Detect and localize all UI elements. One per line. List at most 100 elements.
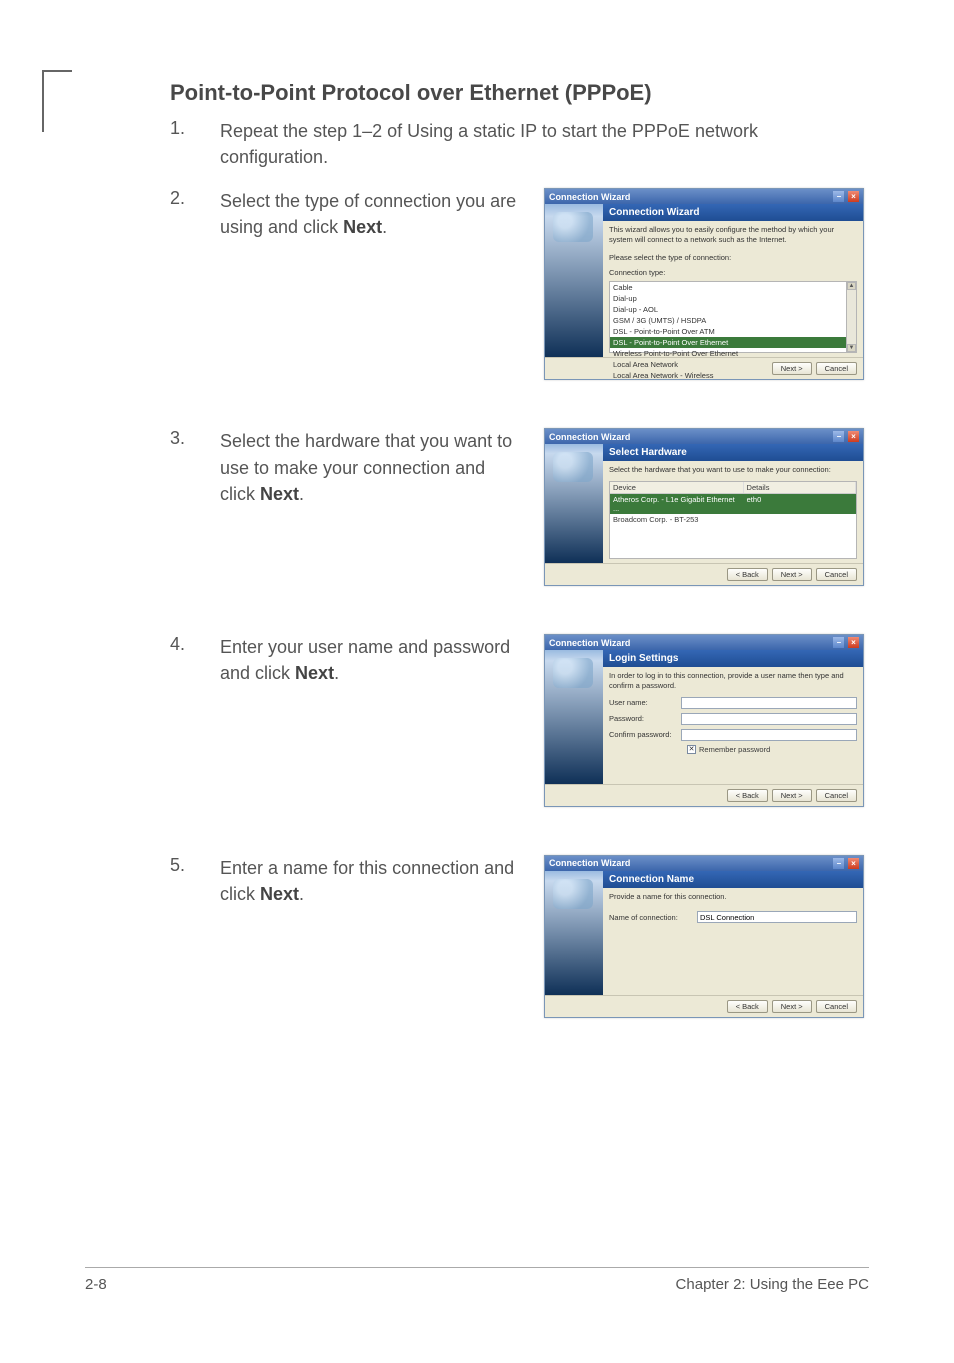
step-text-bold: Next bbox=[343, 217, 382, 237]
cancel-button[interactable]: Cancel bbox=[816, 568, 857, 581]
step-text-part: Enter your user name and password and cl… bbox=[220, 637, 510, 683]
step-text-bold: Next bbox=[260, 484, 299, 504]
wizard-description: This wizard allows you to easily configu… bbox=[603, 221, 863, 249]
wizard-description: Provide a name for this connection. bbox=[603, 888, 863, 906]
back-button[interactable]: < Back bbox=[727, 568, 768, 581]
wizard-banner: Connection Name bbox=[603, 871, 863, 888]
step-text: Repeat the step 1–2 of Using a static IP… bbox=[220, 118, 780, 170]
list-item[interactable]: Dial-up - AOL bbox=[610, 304, 856, 315]
scroll-down-icon[interactable]: ▼ bbox=[847, 344, 856, 352]
window-title: Connection Wizard bbox=[549, 192, 630, 202]
list-item[interactable]: DSL - Point-to-Point Over ATM bbox=[610, 326, 856, 337]
cancel-button[interactable]: Cancel bbox=[816, 1000, 857, 1013]
step-text: Select the hardware that you want to use… bbox=[220, 428, 520, 506]
cell-details bbox=[744, 514, 856, 525]
close-icon[interactable]: × bbox=[848, 431, 859, 442]
remember-password-label: Remember password bbox=[699, 745, 770, 754]
wizard-description: Select the hardware that you want to use… bbox=[603, 461, 863, 479]
wizard-sidebar-image bbox=[545, 204, 603, 357]
minimize-icon[interactable]: – bbox=[833, 431, 844, 442]
list-item[interactable]: Local Area Network - Wireless bbox=[610, 370, 856, 381]
next-button[interactable]: Next > bbox=[772, 568, 812, 581]
table-row[interactable]: Broadcom Corp. - BT-253 bbox=[610, 514, 856, 525]
window-titlebar: Connection Wizard – × bbox=[545, 856, 863, 871]
password-label: Password: bbox=[609, 714, 681, 723]
step-text-bold: Next bbox=[260, 884, 299, 904]
step-text: Select the type of connection you are us… bbox=[220, 188, 520, 240]
back-button[interactable]: < Back bbox=[727, 1000, 768, 1013]
list-item-selected[interactable]: DSL - Point-to-Point Over Ethernet bbox=[610, 337, 856, 348]
hardware-table[interactable]: Device Details Atheros Corp. - L1e Gigab… bbox=[609, 481, 857, 559]
wizard-footer: < Back Next > Cancel bbox=[545, 784, 863, 806]
wizard-screenshot-connection-type: Connection Wizard – × Connection Wizard … bbox=[544, 188, 864, 380]
cell-details: eth0 bbox=[744, 494, 856, 514]
next-button[interactable]: Next > bbox=[772, 789, 812, 802]
footer-divider bbox=[85, 1267, 869, 1268]
list-item[interactable]: Cable bbox=[610, 282, 856, 293]
connection-type-label: Connection type: bbox=[603, 266, 863, 279]
wizard-sidebar-image bbox=[545, 444, 603, 563]
column-header-details: Details bbox=[744, 482, 856, 493]
page-corner-mark bbox=[42, 70, 72, 90]
step-text-part: . bbox=[299, 884, 304, 904]
cancel-button[interactable]: Cancel bbox=[816, 789, 857, 802]
scrollbar[interactable]: ▲▼ bbox=[846, 282, 856, 352]
checkbox-icon[interactable]: ✕ bbox=[687, 745, 696, 754]
next-button[interactable]: Next > bbox=[772, 1000, 812, 1013]
cell-device: Atheros Corp. - L1e Gigabit Ethernet ... bbox=[610, 494, 744, 514]
step-text: Enter your user name and password and cl… bbox=[220, 634, 520, 686]
list-item[interactable]: GSM / 3G (UMTS) / HSDPA bbox=[610, 315, 856, 326]
connection-type-listbox[interactable]: Cable Dial-up Dial-up - AOL GSM / 3G (UM… bbox=[609, 281, 857, 353]
scroll-up-icon[interactable]: ▲ bbox=[847, 282, 856, 290]
remember-password-checkbox[interactable]: ✕ Remember password bbox=[681, 743, 863, 756]
window-titlebar: Connection Wizard – × bbox=[545, 189, 863, 204]
window-title: Connection Wizard bbox=[549, 858, 630, 868]
close-icon[interactable]: × bbox=[848, 858, 859, 869]
list-item[interactable]: Wireless Point-to-Point Over Ethernet bbox=[610, 348, 856, 359]
minimize-icon[interactable]: – bbox=[833, 637, 844, 648]
column-header-device: Device bbox=[610, 482, 744, 493]
wizard-footer: < Back Next > Cancel bbox=[545, 995, 863, 1017]
section-heading: Point-to-Point Protocol over Ethernet (P… bbox=[170, 80, 869, 106]
table-header: Device Details bbox=[610, 482, 856, 494]
step-number: 2. bbox=[170, 188, 196, 209]
page-footer: 2-8 Chapter 2: Using the Eee PC bbox=[85, 1276, 869, 1293]
confirm-password-label: Confirm password: bbox=[609, 730, 681, 739]
wizard-footer: < Back Next > Cancel bbox=[545, 563, 863, 585]
wizard-sidebar-image bbox=[545, 871, 603, 996]
table-row-selected[interactable]: Atheros Corp. - L1e Gigabit Ethernet ...… bbox=[610, 494, 856, 514]
minimize-icon[interactable]: – bbox=[833, 858, 844, 869]
page-number: 2-8 bbox=[85, 1276, 107, 1293]
step-text-part: . bbox=[299, 484, 304, 504]
password-input[interactable] bbox=[681, 713, 857, 725]
close-icon[interactable]: × bbox=[848, 191, 859, 202]
step-text: Enter a name for this connection and cli… bbox=[220, 855, 520, 907]
window-title: Connection Wizard bbox=[549, 432, 630, 442]
steps-list: 1. Repeat the step 1–2 of Using a static… bbox=[170, 118, 869, 1018]
step-text-part: . bbox=[382, 217, 387, 237]
window-title: Connection Wizard bbox=[549, 638, 630, 648]
step-text-part: . bbox=[334, 663, 339, 683]
list-item[interactable]: Dial-up bbox=[610, 293, 856, 304]
wizard-banner: Select Hardware bbox=[603, 444, 863, 461]
close-icon[interactable]: × bbox=[848, 637, 859, 648]
step-text-part: Repeat the step 1–2 of Using a static IP… bbox=[220, 121, 758, 167]
wizard-description: In order to log in to this connection, p… bbox=[603, 667, 863, 695]
username-label: User name: bbox=[609, 698, 681, 707]
cell-device: Broadcom Corp. - BT-253 bbox=[610, 514, 744, 525]
wizard-banner: Login Settings bbox=[603, 650, 863, 667]
minimize-icon[interactable]: – bbox=[833, 191, 844, 202]
window-titlebar: Connection Wizard – × bbox=[545, 635, 863, 650]
username-input[interactable] bbox=[681, 697, 857, 709]
connection-name-input[interactable] bbox=[697, 911, 857, 923]
chapter-title: Chapter 2: Using the Eee PC bbox=[676, 1276, 869, 1293]
step-number: 1. bbox=[170, 118, 196, 139]
wizard-screenshot-login-settings: Connection Wizard – × Login Settings In … bbox=[544, 634, 864, 807]
list-item[interactable]: Local Area Network bbox=[610, 359, 856, 370]
step-number: 3. bbox=[170, 428, 196, 449]
back-button[interactable]: < Back bbox=[727, 789, 768, 802]
step-text-bold: Next bbox=[295, 663, 334, 683]
wizard-banner: Connection Wizard bbox=[603, 204, 863, 221]
confirm-password-input[interactable] bbox=[681, 729, 857, 741]
step-number: 4. bbox=[170, 634, 196, 655]
